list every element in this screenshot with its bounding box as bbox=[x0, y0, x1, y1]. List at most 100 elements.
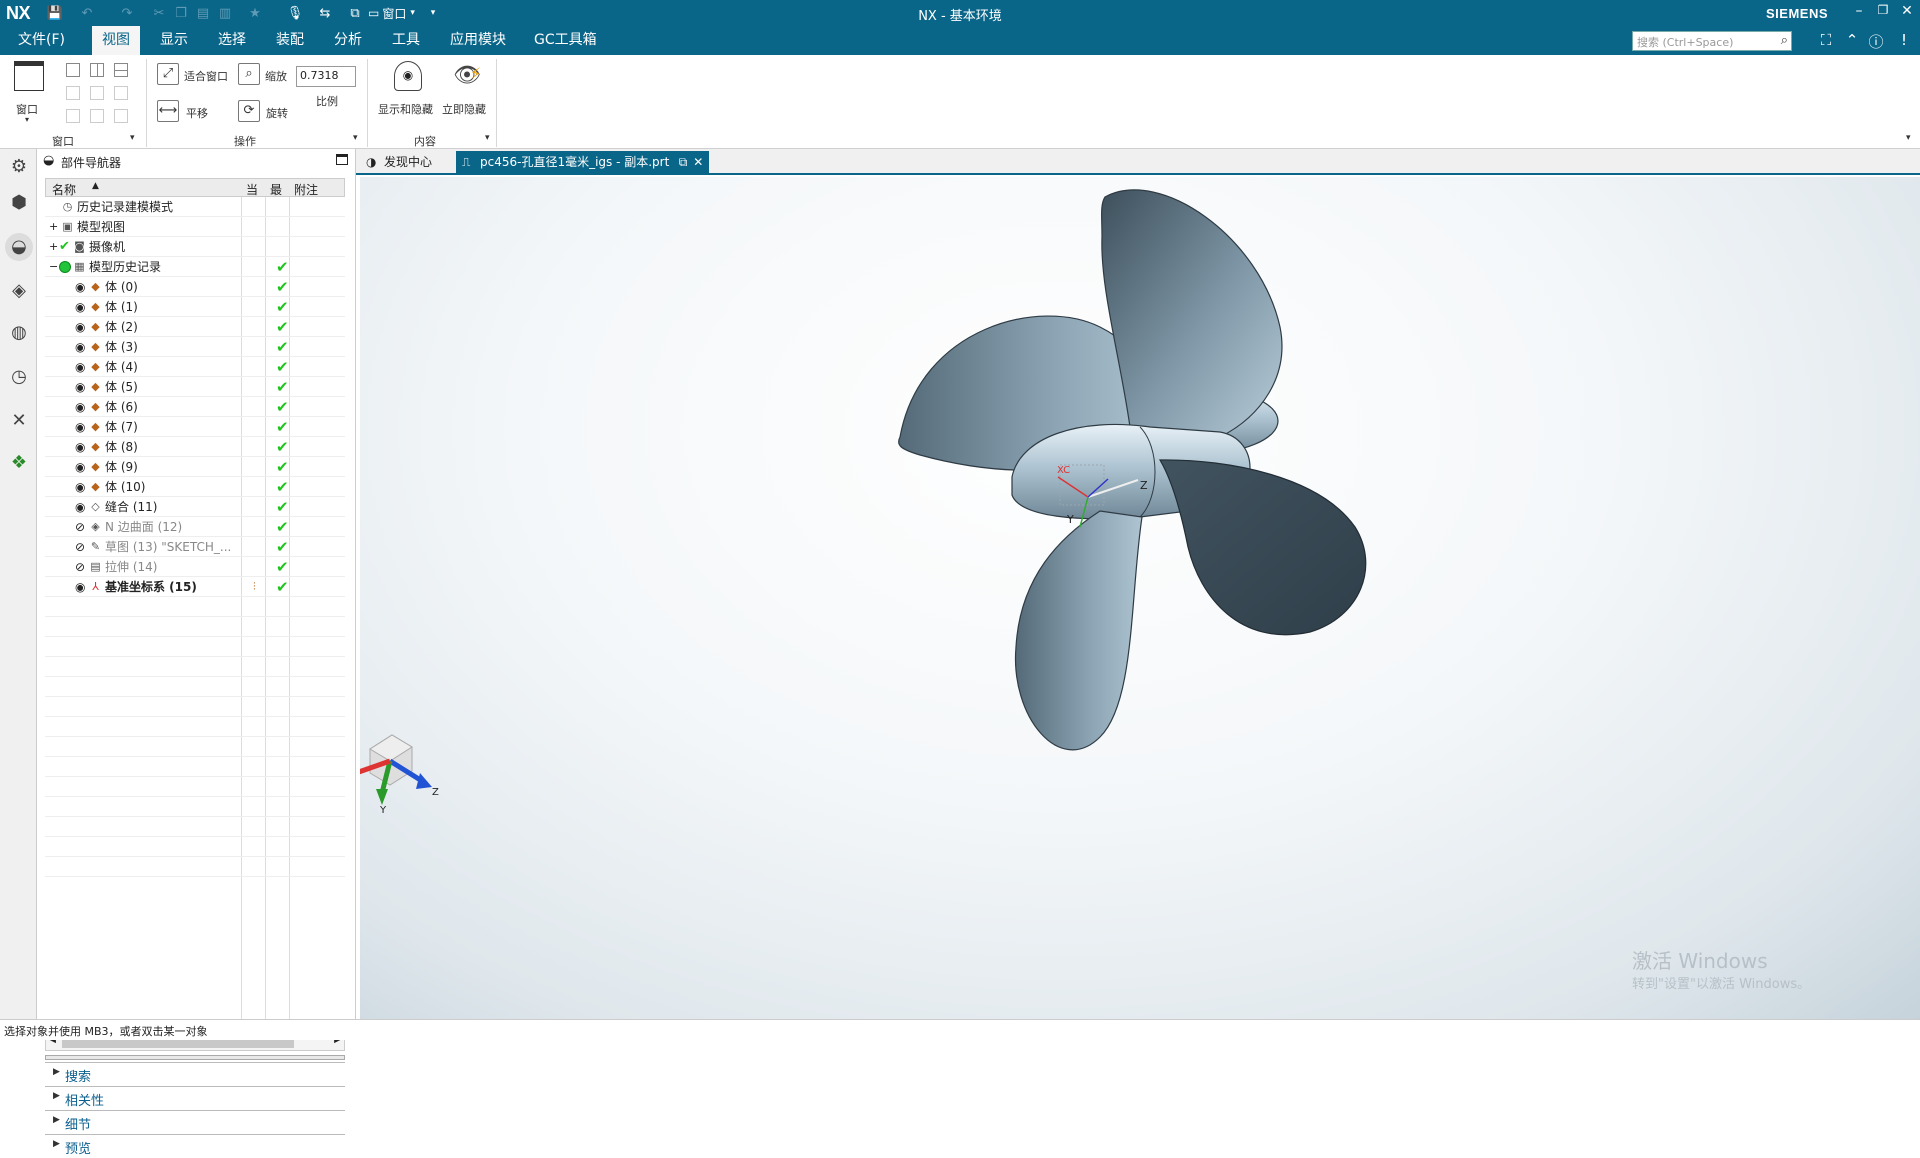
command-search-input[interactable]: 搜索 (Ctrl+Space) ⌕ bbox=[1632, 31, 1792, 51]
table-row[interactable]: ◷ 历史记录建模模式 bbox=[45, 197, 345, 217]
assembly-navigator-icon[interactable]: ⬢ bbox=[5, 189, 33, 217]
table-row[interactable]: ⊘ ▤ 拉伸 (14) ✔ bbox=[45, 557, 345, 577]
history-clock-icon[interactable]: ◷ bbox=[5, 363, 33, 391]
tab-display[interactable]: 显示 bbox=[150, 26, 198, 55]
layout-six-icon[interactable] bbox=[66, 109, 80, 123]
help-icon[interactable]: ⓘ bbox=[1866, 31, 1886, 51]
zoom-scale-input[interactable]: 0.7318 bbox=[296, 66, 356, 87]
table-row[interactable] bbox=[45, 737, 345, 757]
tab-part-file[interactable]: ⎍ pc456-孔直径1毫米_igs - 副本.prt ⧉ ✕ bbox=[456, 151, 710, 173]
table-row[interactable] bbox=[45, 677, 345, 697]
graphics-viewport[interactable]: XC Z Y X Z Y bbox=[360, 177, 1920, 1019]
table-row[interactable]: ◉ ⅄ 基准坐标系 (15) ✔ ⫶ bbox=[45, 577, 345, 597]
table-row[interactable]: ◉ ◆ 体 (6) ✔ bbox=[45, 397, 345, 417]
full-screen-icon[interactable]: ⛶ bbox=[1816, 31, 1836, 51]
table-row[interactable]: + ✔ ◙ 摄像机 bbox=[45, 237, 345, 257]
restore-icon[interactable]: ❐ bbox=[1872, 3, 1894, 23]
expand-icon[interactable]: + bbox=[49, 217, 58, 237]
fit-window-icon[interactable]: ⤢ bbox=[157, 63, 179, 85]
group-operation-more-icon[interactable]: ▾ bbox=[353, 133, 358, 143]
layout-three-left-icon[interactable] bbox=[90, 86, 104, 100]
fit-window-label[interactable]: 适合窗口 bbox=[184, 68, 228, 84]
touch-mode-icon[interactable]: ⇆ bbox=[316, 4, 334, 22]
table-row[interactable]: ◉ ◆ 体 (10) ✔ bbox=[45, 477, 345, 497]
table-row[interactable]: ⊘ ✎ 草图 (13) "SKETCH_... ✔ bbox=[45, 537, 345, 557]
notification-icon[interactable]: ! bbox=[1894, 31, 1914, 51]
redo-icon[interactable]: ↷ bbox=[118, 4, 136, 22]
table-row[interactable] bbox=[45, 777, 345, 797]
layout-two-vertical-icon[interactable] bbox=[90, 63, 104, 77]
instant-hide-button[interactable]: 👁 ⚡ 立即隐藏 bbox=[442, 59, 490, 119]
tab-application[interactable]: 应用模块 bbox=[440, 26, 516, 55]
undo-icon[interactable]: ↶ bbox=[78, 4, 96, 22]
column-name[interactable]: 名称 bbox=[52, 181, 76, 198]
part-navigator-icon[interactable]: ◒ bbox=[5, 233, 33, 261]
visible-eye-icon[interactable]: ◉ bbox=[75, 377, 85, 397]
expand-icon[interactable]: + bbox=[49, 237, 58, 257]
tab-gc-toolbox[interactable]: GC工具箱 bbox=[524, 26, 607, 55]
visible-check-icon[interactable]: ✔ bbox=[59, 237, 70, 257]
tab-view[interactable]: 视图 bbox=[92, 26, 140, 55]
rotate-label[interactable]: 旋转 bbox=[266, 105, 288, 121]
collapse-ribbon-icon[interactable]: ⌃ bbox=[1842, 31, 1862, 51]
table-row[interactable]: ◉ ◆ 体 (4) ✔ bbox=[45, 357, 345, 377]
window-dropdown[interactable]: ▭ 窗口 ▾ bbox=[368, 4, 432, 22]
pan-label[interactable]: 平移 bbox=[186, 105, 208, 121]
table-row[interactable] bbox=[45, 617, 345, 637]
table-row[interactable]: ◉ ◆ 体 (8) ✔ bbox=[45, 437, 345, 457]
role-palette-icon[interactable]: ❖ bbox=[5, 449, 33, 477]
zoom-label[interactable]: 缩放 bbox=[265, 68, 287, 84]
layout-three-right-icon[interactable] bbox=[114, 86, 128, 100]
visible-eye-icon[interactable]: ◉ bbox=[75, 337, 85, 357]
table-row[interactable]: ◉ ◆ 体 (3) ✔ bbox=[45, 337, 345, 357]
visible-eye-icon[interactable]: ◉ bbox=[75, 357, 85, 377]
table-row[interactable]: ◉ ◆ 体 (2) ✔ bbox=[45, 317, 345, 337]
tab-tools[interactable]: 工具 bbox=[382, 26, 430, 55]
tab-file[interactable]: 文件(F) bbox=[8, 26, 75, 55]
visible-eye-icon[interactable]: ◉ bbox=[75, 477, 85, 497]
table-row[interactable] bbox=[45, 817, 345, 837]
splitter[interactable] bbox=[45, 1055, 345, 1060]
hidden-eye-icon[interactable]: ⊘ bbox=[75, 517, 85, 537]
propeller-model[interactable]: XC Z Y X Z Y bbox=[360, 177, 1920, 1019]
layout-two-horizontal-icon[interactable] bbox=[114, 63, 128, 77]
table-row[interactable] bbox=[45, 657, 345, 677]
layout-nine-icon[interactable] bbox=[114, 109, 128, 123]
pop-out-icon[interactable]: ⧉ bbox=[679, 151, 688, 173]
cut-icon[interactable]: ✂ bbox=[150, 4, 168, 22]
layout-single-icon[interactable] bbox=[66, 63, 80, 77]
visible-eye-icon[interactable]: ◉ bbox=[75, 317, 85, 337]
table-row[interactable]: + ▣ 模型视图 bbox=[45, 217, 345, 237]
settings-gear-icon[interactable]: ⚙ bbox=[5, 153, 33, 181]
table-row[interactable] bbox=[45, 637, 345, 657]
tab-select[interactable]: 选择 bbox=[208, 26, 256, 55]
table-row[interactable] bbox=[45, 837, 345, 857]
paste-special-icon[interactable]: ▥ bbox=[216, 4, 234, 22]
panel-preview[interactable]: ▶ 预览 bbox=[45, 1134, 345, 1158]
table-row[interactable]: ◉ ◇ 缝合 (11) ✔ bbox=[45, 497, 345, 517]
tab-assembly[interactable]: 装配 bbox=[266, 26, 314, 55]
customize-quick-access-icon[interactable]: ▾ bbox=[426, 4, 440, 22]
visible-eye-icon[interactable]: ◉ bbox=[75, 437, 85, 457]
table-row[interactable]: ◉ ◆ 体 (7) ✔ bbox=[45, 417, 345, 437]
column-current[interactable]: 当 bbox=[246, 181, 258, 198]
table-row[interactable]: ⊘ ◈ N 边曲面 (12) ✔ bbox=[45, 517, 345, 537]
web-browser-icon[interactable]: ◍ bbox=[5, 319, 33, 347]
close-tab-icon[interactable]: ✕ bbox=[693, 151, 703, 173]
window-big-button[interactable]: 窗口 ▾ bbox=[12, 59, 46, 129]
save-icon[interactable]: 💾 bbox=[46, 4, 64, 22]
table-row[interactable]: ◉ ◆ 体 (0) ✔ bbox=[45, 277, 345, 297]
visible-eye-icon[interactable]: ◉ bbox=[75, 457, 85, 477]
minimize-icon[interactable]: – bbox=[1848, 3, 1870, 23]
visible-eye-icon[interactable]: ◉ bbox=[75, 397, 85, 417]
tab-analysis[interactable]: 分析 bbox=[324, 26, 372, 55]
table-row[interactable]: − ▦ 模型历史记录 ✔ bbox=[45, 257, 345, 277]
group-content-more-icon[interactable]: ▾ bbox=[485, 133, 490, 143]
ribbon-options-icon[interactable]: ▾ bbox=[1906, 133, 1911, 143]
column-comment[interactable]: 附注 bbox=[294, 181, 318, 198]
table-row[interactable] bbox=[45, 697, 345, 717]
column-latest[interactable]: 最 bbox=[270, 181, 282, 198]
tab-discovery-center[interactable]: ◑ 发现中心 bbox=[360, 151, 440, 173]
hidden-eye-icon[interactable]: ⊘ bbox=[75, 537, 85, 557]
table-row[interactable]: ◉ ◆ 体 (9) ✔ bbox=[45, 457, 345, 477]
